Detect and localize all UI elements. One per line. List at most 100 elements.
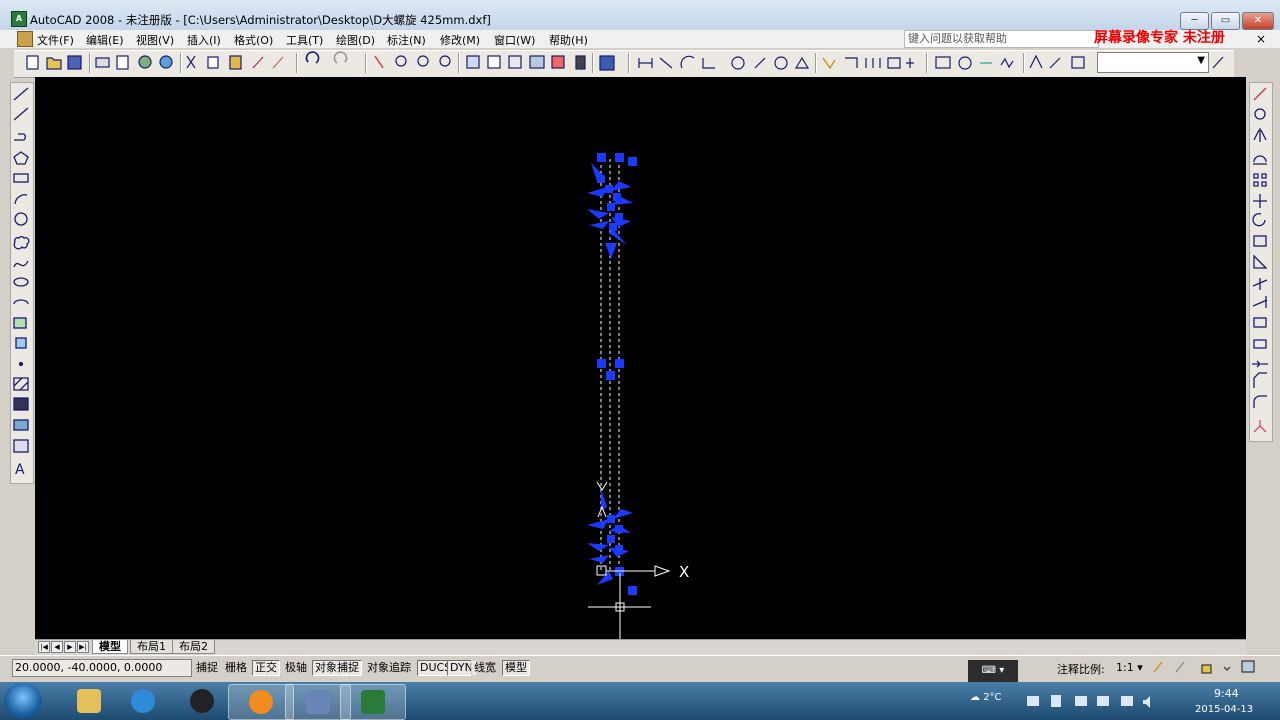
toolbar-separator [628, 53, 630, 73]
cut-icon [186, 55, 196, 69]
screen-recorder-icon [306, 690, 330, 714]
continue-icon [865, 58, 881, 68]
rectangle-icon [13, 173, 29, 183]
etransmit-icon [159, 55, 173, 69]
insert-block-icon [13, 317, 27, 329]
ortho-toggle[interactable]: 正交 [252, 660, 280, 676]
polygon-icon [13, 151, 29, 165]
otrack-toggle[interactable]: 对象追踪 [364, 660, 414, 676]
explode-icon [1253, 420, 1267, 433]
tray-app-icon [1027, 696, 1039, 706]
design-center-icon [487, 55, 501, 69]
drawing-canvas[interactable]: X [35, 77, 1246, 639]
tab-layout1[interactable]: 布局1 [130, 640, 173, 654]
trim-icon [1252, 278, 1268, 290]
tool-palettes-icon [508, 55, 522, 69]
pan-icon [374, 55, 384, 69]
help-icon [599, 55, 615, 71]
draw-toolbar-icons: A [13, 87, 30, 478]
annotation-scale-label: 注释比例: [1057, 663, 1105, 676]
markup-icon [551, 55, 565, 69]
ucs-x-label: X [679, 563, 689, 581]
dim-ordinate-icon [702, 58, 715, 69]
grid-toggle[interactable]: 栅格 [222, 660, 250, 676]
circle-icon [14, 212, 28, 226]
toolbar-separator [89, 53, 91, 73]
break-icon [1253, 339, 1267, 349]
browser-icon [249, 690, 273, 714]
annotation-visibility-icon [1153, 661, 1163, 673]
publish-icon [138, 55, 152, 69]
clock-date[interactable]: 2015-04-13 [1195, 704, 1253, 715]
dim-style-icon [1212, 56, 1224, 69]
paste-icon [229, 55, 242, 70]
tab-first-button[interactable]: |◀ [38, 641, 50, 653]
chamfer-icon [1253, 372, 1267, 388]
zoom-realtime-icon [395, 55, 407, 67]
taskbar-ie[interactable] [111, 684, 175, 718]
tray-shield-icon [1051, 695, 1061, 707]
calculator-icon [575, 55, 586, 70]
drawing-svg: X [587, 153, 689, 639]
revision-cloud-icon [13, 236, 30, 250]
tab-next-button[interactable]: ▶ [64, 641, 76, 653]
quick-dim-icon [822, 57, 836, 70]
weather-temp: 2°C [983, 692, 1002, 703]
dim-angular-icon [794, 56, 810, 69]
join-icon [1252, 360, 1268, 368]
open-icon [46, 57, 62, 70]
center-mark-icon [958, 56, 972, 70]
jogged-linear-icon [1000, 57, 1014, 69]
coordinate-readout[interactable]: 20.0000, -40.0000, 0.0000 [12, 659, 192, 677]
taskbar-qq[interactable] [170, 684, 234, 718]
toolbar-separator [296, 53, 298, 73]
arc-icon [14, 194, 28, 205]
volume-icon [1143, 696, 1150, 708]
dim-radius-icon [731, 56, 745, 70]
toolbar-separator [815, 53, 817, 73]
annotation-scale-dropdown[interactable]: 1:1 ▾ [1116, 661, 1143, 674]
weather-widget[interactable]: ☁ 2°C [970, 692, 1002, 703]
snap-toggle[interactable]: 捕捉 [193, 660, 221, 676]
ellipse-arc-icon [13, 299, 29, 305]
erase-icon [1253, 87, 1267, 101]
tab-last-button[interactable]: ▶| [77, 641, 89, 653]
keyboard-icon[interactable]: ⌨ ▾ [968, 660, 1018, 682]
taskbar-autocad[interactable] [340, 684, 406, 720]
dim-linear-icon [638, 58, 653, 68]
spline-icon [13, 260, 29, 268]
osnap-toggle[interactable]: 对象捕捉 [312, 660, 362, 676]
zoom-previous-icon [439, 55, 451, 67]
dim-jogged-icon [754, 57, 766, 69]
tab-model[interactable]: 模型 [92, 640, 128, 654]
start-button[interactable] [4, 683, 42, 719]
scale-icon [1253, 235, 1267, 247]
lineweight-toggle[interactable]: 线宽 [471, 660, 499, 676]
tab-layout2[interactable]: 布局2 [172, 640, 215, 654]
clean-screen-icon [1241, 660, 1255, 673]
move-icon [1253, 194, 1267, 208]
system-tray [1027, 695, 1150, 708]
tab-prev-button[interactable]: ◀ [51, 641, 63, 653]
toolbar-separator [458, 53, 460, 73]
clock-time[interactable]: 9:44 [1214, 687, 1239, 700]
hatch-icon [13, 377, 29, 391]
dim-aligned-icon [659, 57, 673, 69]
block-editor-icon [272, 56, 284, 69]
toolbar-separator [592, 53, 594, 73]
line-icon [13, 87, 29, 101]
tolerance-icon [935, 56, 951, 69]
tray-input-icon [1097, 696, 1109, 706]
plot-icon [95, 57, 110, 68]
model-toggle[interactable]: 模型 [502, 660, 530, 676]
toolbar-separator [365, 53, 367, 73]
polar-toggle[interactable]: 极轴 [282, 660, 310, 676]
ellipse-icon [13, 277, 29, 287]
mirror-icon [1253, 128, 1267, 142]
copy-icon [207, 56, 219, 69]
tray-network-icon [1075, 696, 1087, 706]
layout-tab-bar [35, 639, 1246, 655]
offset-icon [1253, 155, 1267, 165]
region-icon [13, 419, 29, 431]
copy-object-icon [1254, 108, 1266, 120]
